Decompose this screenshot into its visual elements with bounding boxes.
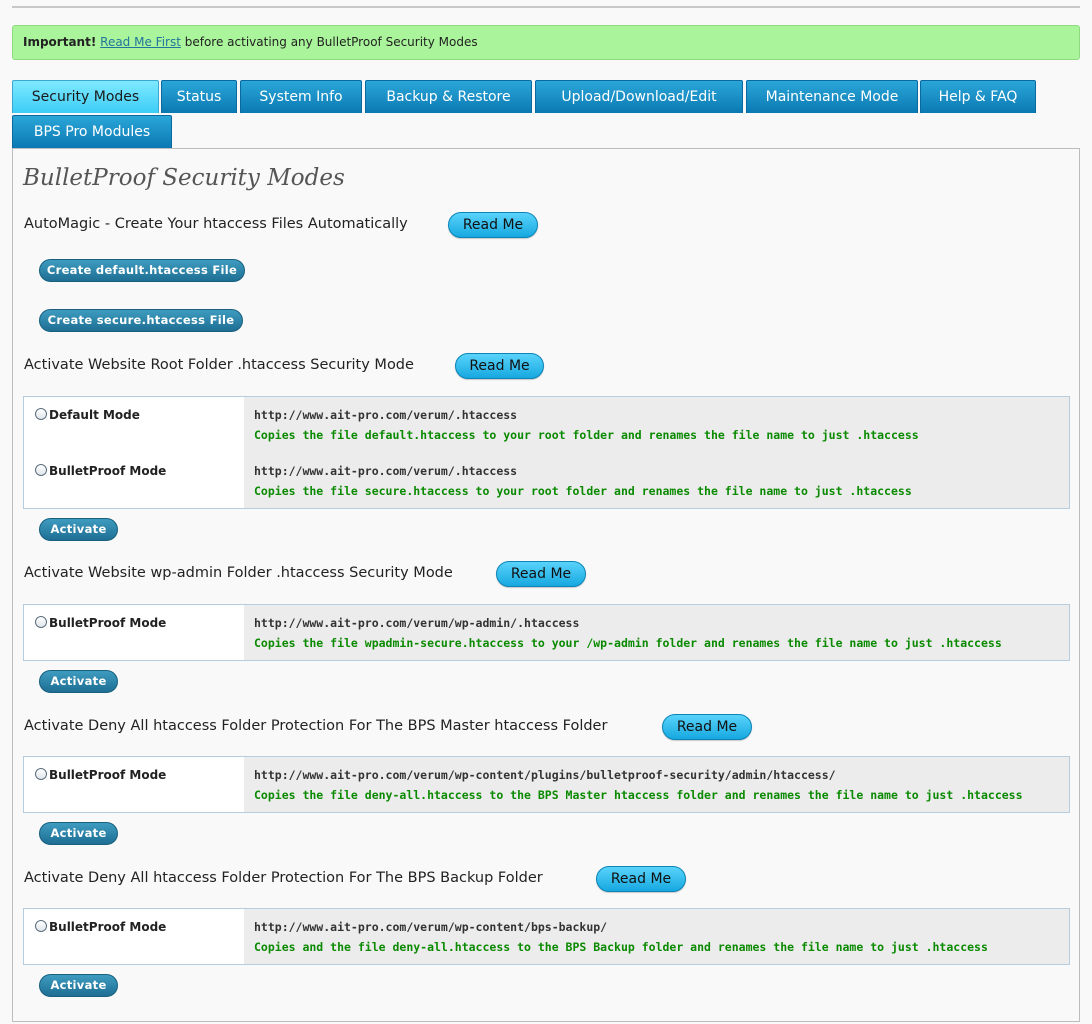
wpadmin-read-me-button[interactable]: Read Me <box>496 561 586 587</box>
radio-button[interactable] <box>35 464 47 476</box>
backup-description: Copies and the file deny-all.htaccess to… <box>254 940 988 954</box>
notice-text: before activating any BulletProof Securi… <box>180 35 478 49</box>
option-label: Default Mode <box>49 408 140 422</box>
master-bulletproof-mode-option[interactable]: BulletProof Mode <box>35 768 166 782</box>
option-label: BulletProof Mode <box>49 768 167 782</box>
root-read-me-button[interactable]: Read Me <box>455 353 544 379</box>
root-default-mode-option[interactable]: Default Mode <box>35 408 140 422</box>
top-divider <box>12 6 1080 8</box>
tab-backup-restore[interactable]: Backup & Restore <box>365 80 532 113</box>
read-me-first-link[interactable]: Read Me First <box>100 35 181 49</box>
wpadmin-activate-button[interactable]: Activate <box>39 670 118 693</box>
root-default-url: http://www.ait-pro.com/verum/.htaccess <box>254 408 518 422</box>
tab-maintenance-mode[interactable]: Maintenance Mode <box>746 80 918 113</box>
option-label: BulletProof Mode <box>49 616 167 630</box>
automagic-heading: AutoMagic - Create Your htaccess Files A… <box>24 216 408 232</box>
option-label: BulletProof Mode <box>49 920 167 934</box>
tab-status[interactable]: Status <box>161 80 237 113</box>
create-secure-htaccess-button[interactable]: Create secure.htaccess File <box>39 309 243 332</box>
tab-system-info[interactable]: System Info <box>240 80 362 113</box>
option-label: BulletProof Mode <box>49 464 167 478</box>
tab-upload-download-edit[interactable]: Upload/Download/Edit <box>535 80 743 113</box>
tab-bps-pro-modules[interactable]: BPS Pro Modules <box>12 115 172 148</box>
root-bulletproof-description: Copies the file secure.htaccess to your … <box>254 484 912 498</box>
wpadmin-heading: Activate Website wp-admin Folder .htacce… <box>24 565 453 581</box>
radio-button[interactable] <box>35 408 47 420</box>
root-default-description: Copies the file default.htaccess to your… <box>254 428 919 442</box>
radio-button[interactable] <box>35 920 47 932</box>
wpadmin-url: http://www.ait-pro.com/verum/wp-admin/.h… <box>254 616 580 630</box>
backup-read-me-button[interactable]: Read Me <box>596 866 686 892</box>
backup-bulletproof-mode-option[interactable]: BulletProof Mode <box>35 920 166 934</box>
tab-help-faq[interactable]: Help & FAQ <box>920 80 1036 113</box>
tab-bar: Security Modes Status System Info Backup… <box>12 80 1080 148</box>
master-activate-button[interactable]: Activate <box>39 822 118 845</box>
backup-url: http://www.ait-pro.com/verum/wp-content/… <box>254 920 608 934</box>
important-notice: Important! Read Me First before activati… <box>12 25 1080 60</box>
root-bulletproof-mode-option[interactable]: BulletProof Mode <box>35 464 166 478</box>
backup-mode-options: BulletProof Mode http://www.ait-pro.com/… <box>23 908 1070 965</box>
backup-activate-button[interactable]: Activate <box>39 974 118 997</box>
radio-button[interactable] <box>35 616 47 628</box>
tab-security-modes[interactable]: Security Modes <box>12 80 159 113</box>
notice-label: Important! <box>23 35 97 49</box>
wpadmin-mode-options: BulletProof Mode http://www.ait-pro.com/… <box>23 604 1070 661</box>
master-folder-heading: Activate Deny All htaccess Folder Protec… <box>24 718 608 734</box>
wpadmin-description: Copies the file wpadmin-secure.htaccess … <box>254 636 1002 650</box>
radio-button[interactable] <box>35 768 47 780</box>
master-url: http://www.ait-pro.com/verum/wp-content/… <box>254 768 836 782</box>
master-description: Copies the file deny-all.htaccess to the… <box>254 788 1023 802</box>
automagic-read-me-button[interactable]: Read Me <box>448 212 538 238</box>
root-mode-options: Default Mode http://www.ait-pro.com/veru… <box>23 396 1070 509</box>
master-read-me-button[interactable]: Read Me <box>662 714 752 740</box>
root-activate-button[interactable]: Activate <box>39 518 118 541</box>
create-default-htaccess-button[interactable]: Create default.htaccess File <box>39 259 245 282</box>
page-title: BulletProof Security Modes <box>23 165 345 191</box>
root-folder-heading: Activate Website Root Folder .htaccess S… <box>24 357 414 373</box>
root-bulletproof-url: http://www.ait-pro.com/verum/.htaccess <box>254 464 518 478</box>
wpadmin-bulletproof-mode-option[interactable]: BulletProof Mode <box>35 616 166 630</box>
backup-folder-heading: Activate Deny All htaccess Folder Protec… <box>24 870 543 886</box>
master-mode-options: BulletProof Mode http://www.ait-pro.com/… <box>23 756 1070 813</box>
security-modes-panel: BulletProof Security Modes AutoMagic - C… <box>12 148 1080 1022</box>
